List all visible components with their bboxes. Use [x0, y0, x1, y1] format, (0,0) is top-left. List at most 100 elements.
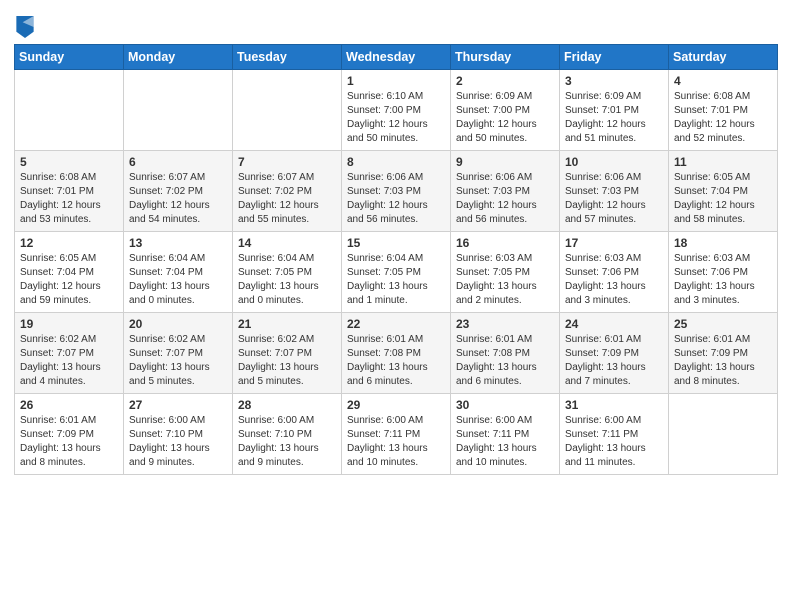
day-number: 4 — [674, 74, 772, 88]
day-cell: 8 Sunrise: 6:06 AMSunset: 7:03 PMDaylight… — [342, 151, 451, 232]
day-info: Sunrise: 6:09 AMSunset: 7:00 PMDaylight:… — [456, 90, 554, 146]
day-number: 1 — [347, 74, 445, 88]
day-number: 6 — [129, 155, 227, 169]
day-cell: 27 Sunrise: 6:00 AMSunset: 7:10 PMDayligh… — [124, 394, 233, 475]
header-row: SundayMondayTuesdayWednesdayThursdayFrid… — [15, 45, 778, 70]
day-cell: 15Sunrise: 6:04 AMSunset: 7:05 PMDayligh… — [342, 232, 451, 313]
week-row-5: 26 Sunrise: 6:01 AMSunset: 7:09 PMDayligh… — [15, 394, 778, 475]
day-info: Sunrise: 6:01 AMSunset: 7:09 PMDaylight:… — [20, 414, 118, 470]
day-number: 12 — [20, 236, 118, 250]
col-header-tuesday: Tuesday — [233, 45, 342, 70]
day-info: Sunrise: 6:10 AMSunset: 7:00 PMDaylight:… — [347, 90, 445, 146]
day-number: 26 — [20, 398, 118, 412]
logo — [14, 14, 34, 38]
day-cell: 18 Sunrise: 6:03 AMSunset: 7:06 PMDayligh… — [669, 232, 778, 313]
day-cell: 30 Sunrise: 6:00 AMSunset: 7:11 PMDayligh… — [451, 394, 560, 475]
day-cell: 3Sunrise: 6:09 AMSunset: 7:01 PMDaylight… — [560, 70, 669, 151]
col-header-saturday: Saturday — [669, 45, 778, 70]
day-cell — [124, 70, 233, 151]
day-cell: 16 Sunrise: 6:03 AMSunset: 7:05 PMDayligh… — [451, 232, 560, 313]
day-info: Sunrise: 6:06 AMSunset: 7:03 PMDaylight:… — [565, 171, 663, 227]
day-info: Sunrise: 6:01 AMSunset: 7:09 PMDaylight:… — [674, 333, 772, 389]
day-number: 20 — [129, 317, 227, 331]
day-cell: 7 Sunrise: 6:07 AMSunset: 7:02 PMDaylight… — [233, 151, 342, 232]
day-cell: 4 Sunrise: 6:08 AMSunset: 7:01 PMDaylight… — [669, 70, 778, 151]
day-number: 31 — [565, 398, 663, 412]
week-row-3: 12 Sunrise: 6:05 AMSunset: 7:04 PMDayligh… — [15, 232, 778, 313]
day-cell: 6 Sunrise: 6:07 AMSunset: 7:02 PMDaylight… — [124, 151, 233, 232]
col-header-monday: Monday — [124, 45, 233, 70]
week-row-4: 19 Sunrise: 6:02 AMSunset: 7:07 PMDayligh… — [15, 313, 778, 394]
day-info: Sunrise: 6:07 AMSunset: 7:02 PMDaylight:… — [238, 171, 336, 227]
col-header-friday: Friday — [560, 45, 669, 70]
day-info: Sunrise: 6:05 AMSunset: 7:04 PMDaylight:… — [20, 252, 118, 308]
day-info: Sunrise: 6:07 AMSunset: 7:02 PMDaylight:… — [129, 171, 227, 227]
day-cell: 14Sunrise: 6:04 AMSunset: 7:05 PMDayligh… — [233, 232, 342, 313]
day-number: 7 — [238, 155, 336, 169]
day-cell — [669, 394, 778, 475]
day-cell: 5 Sunrise: 6:08 AMSunset: 7:01 PMDaylight… — [15, 151, 124, 232]
day-number: 3 — [565, 74, 663, 88]
col-header-wednesday: Wednesday — [342, 45, 451, 70]
day-info: Sunrise: 6:00 AMSunset: 7:11 PMDaylight:… — [456, 414, 554, 470]
day-cell: 2 Sunrise: 6:09 AMSunset: 7:00 PMDaylight… — [451, 70, 560, 151]
day-info: Sunrise: 6:06 AMSunset: 7:03 PMDaylight:… — [456, 171, 554, 227]
day-cell: 23 Sunrise: 6:01 AMSunset: 7:08 PMDayligh… — [451, 313, 560, 394]
col-header-thursday: Thursday — [451, 45, 560, 70]
day-number: 25 — [674, 317, 772, 331]
week-row-2: 5 Sunrise: 6:08 AMSunset: 7:01 PMDaylight… — [15, 151, 778, 232]
day-cell — [233, 70, 342, 151]
day-info: Sunrise: 6:01 AMSunset: 7:08 PMDaylight:… — [347, 333, 445, 389]
day-number: 21 — [238, 317, 336, 331]
day-number: 13 — [129, 236, 227, 250]
week-row-1: 1 Sunrise: 6:10 AMSunset: 7:00 PMDaylight… — [15, 70, 778, 151]
day-number: 8 — [347, 155, 445, 169]
day-info: Sunrise: 6:08 AMSunset: 7:01 PMDaylight:… — [674, 90, 772, 146]
day-cell: 1 Sunrise: 6:10 AMSunset: 7:00 PMDaylight… — [342, 70, 451, 151]
day-number: 11 — [674, 155, 772, 169]
day-info: Sunrise: 6:00 AMSunset: 7:11 PMDaylight:… — [347, 414, 445, 470]
day-info: Sunrise: 6:00 AMSunset: 7:10 PMDaylight:… — [129, 414, 227, 470]
day-info: Sunrise: 6:00 AMSunset: 7:10 PMDaylight:… — [238, 414, 336, 470]
day-info: Sunrise: 6:02 AMSunset: 7:07 PMDaylight:… — [238, 333, 336, 389]
day-number: 23 — [456, 317, 554, 331]
day-cell: 29Sunrise: 6:00 AMSunset: 7:11 PMDayligh… — [342, 394, 451, 475]
day-number: 2 — [456, 74, 554, 88]
day-number: 30 — [456, 398, 554, 412]
day-cell: 20 Sunrise: 6:02 AMSunset: 7:07 PMDayligh… — [124, 313, 233, 394]
day-number: 22 — [347, 317, 445, 331]
day-info: Sunrise: 6:02 AMSunset: 7:07 PMDaylight:… — [129, 333, 227, 389]
calendar-table: SundayMondayTuesdayWednesdayThursdayFrid… — [14, 44, 778, 475]
day-number: 14 — [238, 236, 336, 250]
day-number: 24 — [565, 317, 663, 331]
day-info: Sunrise: 6:03 AMSunset: 7:05 PMDaylight:… — [456, 252, 554, 308]
day-cell: 22 Sunrise: 6:01 AMSunset: 7:08 PMDayligh… — [342, 313, 451, 394]
day-cell: 17Sunrise: 6:03 AMSunset: 7:06 PMDayligh… — [560, 232, 669, 313]
day-info: Sunrise: 6:02 AMSunset: 7:07 PMDaylight:… — [20, 333, 118, 389]
day-info: Sunrise: 6:06 AMSunset: 7:03 PMDaylight:… — [347, 171, 445, 227]
day-info: Sunrise: 6:01 AMSunset: 7:09 PMDaylight:… — [565, 333, 663, 389]
day-number: 28 — [238, 398, 336, 412]
day-cell: 24 Sunrise: 6:01 AMSunset: 7:09 PMDayligh… — [560, 313, 669, 394]
day-info: Sunrise: 6:04 AMSunset: 7:04 PMDaylight:… — [129, 252, 227, 308]
day-number: 16 — [456, 236, 554, 250]
day-number: 5 — [20, 155, 118, 169]
day-number: 27 — [129, 398, 227, 412]
day-number: 10 — [565, 155, 663, 169]
day-cell: 9 Sunrise: 6:06 AMSunset: 7:03 PMDaylight… — [451, 151, 560, 232]
day-cell: 25 Sunrise: 6:01 AMSunset: 7:09 PMDayligh… — [669, 313, 778, 394]
day-info: Sunrise: 6:03 AMSunset: 7:06 PMDaylight:… — [674, 252, 772, 308]
day-number: 18 — [674, 236, 772, 250]
day-info: Sunrise: 6:05 AMSunset: 7:04 PMDaylight:… — [674, 171, 772, 227]
day-cell: 26 Sunrise: 6:01 AMSunset: 7:09 PMDayligh… — [15, 394, 124, 475]
day-info: Sunrise: 6:08 AMSunset: 7:01 PMDaylight:… — [20, 171, 118, 227]
page: SundayMondayTuesdayWednesdayThursdayFrid… — [0, 0, 792, 612]
logo-icon — [16, 16, 34, 38]
day-cell: 21 Sunrise: 6:02 AMSunset: 7:07 PMDayligh… — [233, 313, 342, 394]
day-info: Sunrise: 6:00 AMSunset: 7:11 PMDaylight:… — [565, 414, 663, 470]
day-number: 9 — [456, 155, 554, 169]
day-info: Sunrise: 6:04 AMSunset: 7:05 PMDaylight:… — [347, 252, 445, 308]
day-number: 19 — [20, 317, 118, 331]
day-info: Sunrise: 6:01 AMSunset: 7:08 PMDaylight:… — [456, 333, 554, 389]
day-cell — [15, 70, 124, 151]
